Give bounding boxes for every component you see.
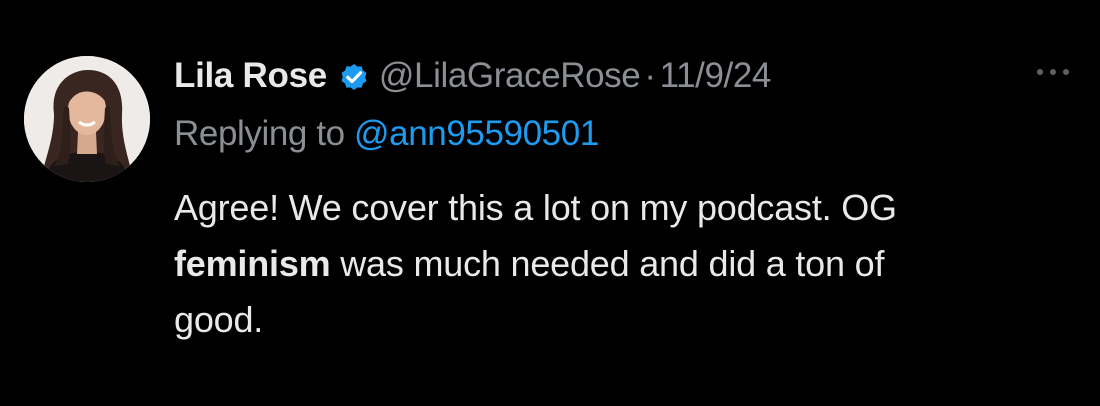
replying-to-user-link[interactable]: @ann95590501 bbox=[354, 114, 599, 153]
profile-photo bbox=[24, 56, 150, 182]
author-handle[interactable]: @LilaGraceRose bbox=[379, 52, 641, 100]
replying-to: Replying to @ann95590501 bbox=[174, 110, 599, 158]
tweet-text-line-1: Agree! We cover this a lot on my podcast… bbox=[174, 187, 897, 228]
tweet-text-line-2-rest: was much needed and did a ton of bbox=[330, 243, 885, 284]
verified-badge-icon bbox=[337, 59, 371, 93]
author-display-name[interactable]: Lila Rose bbox=[174, 52, 327, 100]
tweet: Lila Rose @LilaGraceRose · 11/9/24 Reply… bbox=[0, 0, 1100, 406]
tweet-date[interactable]: 11/9/24 bbox=[660, 52, 772, 100]
header-separator: · bbox=[644, 56, 656, 95]
tweet-text-line-3: good. bbox=[174, 299, 264, 340]
avatar[interactable] bbox=[24, 56, 150, 182]
tweet-text-emphasis: feminism bbox=[174, 243, 331, 284]
tweet-text-line-2: feminism was much needed and did a ton o… bbox=[174, 236, 1074, 292]
more-options-icon[interactable] bbox=[1030, 62, 1076, 82]
tweet-text: Agree! We cover this a lot on my podcast… bbox=[174, 180, 1074, 348]
tweet-header: Lila Rose @LilaGraceRose · 11/9/24 bbox=[174, 52, 771, 100]
replying-to-label: Replying to bbox=[174, 114, 355, 153]
